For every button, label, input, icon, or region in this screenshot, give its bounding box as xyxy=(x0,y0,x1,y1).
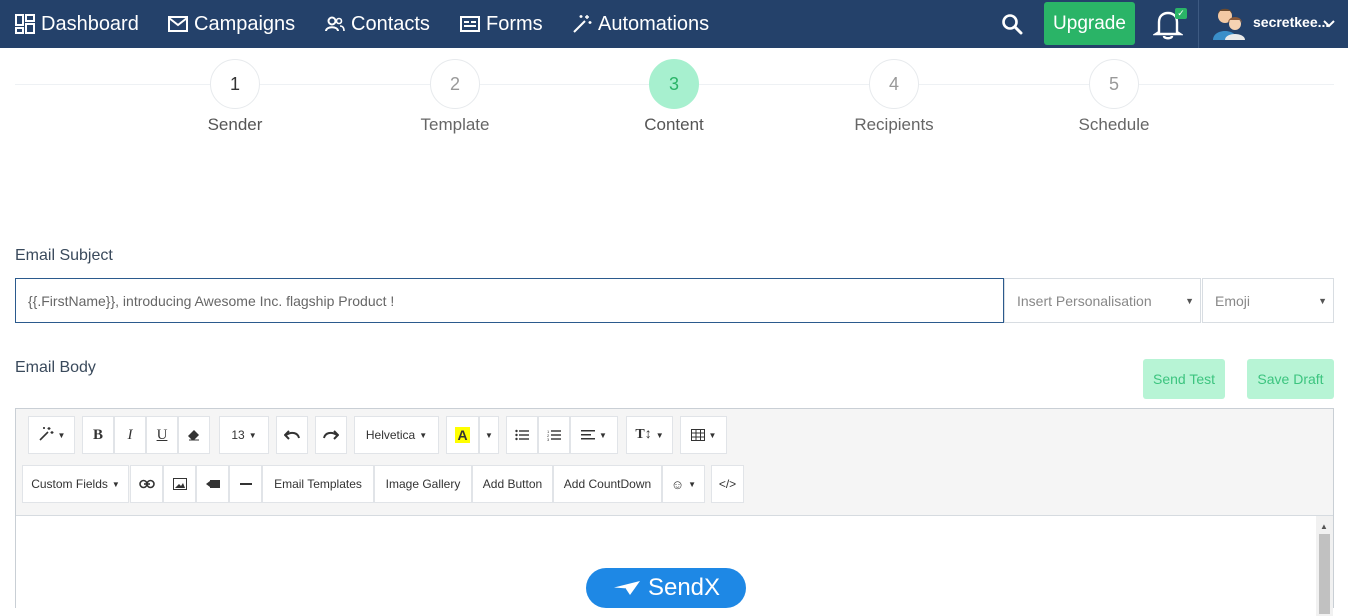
step-label: Template xyxy=(420,115,490,134)
magic-wand-icon xyxy=(38,426,54,445)
step-number: 5 xyxy=(1089,59,1139,109)
undo-icon[interactable] xyxy=(276,416,308,454)
ordered-list-icon[interactable]: 123 xyxy=(538,416,570,454)
svg-text:3: 3 xyxy=(547,437,550,441)
paper-plane-icon xyxy=(611,581,640,595)
avatar-icon[interactable] xyxy=(1213,6,1245,40)
nav-automations-label: Automations xyxy=(598,12,710,35)
font-family-select[interactable]: Helvetica ▼ xyxy=(354,416,439,454)
insert-personalisation-label: Insert Personalisation xyxy=(1017,292,1152,309)
search-icon[interactable] xyxy=(1000,12,1024,36)
text-color-icon[interactable]: A xyxy=(446,416,479,454)
eraser-icon[interactable] xyxy=(178,416,210,454)
font-size-select[interactable]: 13 ▼ xyxy=(219,416,269,454)
editor-content-area[interactable]: SendX ▲ xyxy=(16,515,1333,616)
step-schedule[interactable]: 5 Schedule xyxy=(1044,59,1184,135)
text-color-dropdown[interactable]: ▼ xyxy=(479,416,499,454)
email-body-editor: ▼ B I U 13 ▼ Helvetica ▼ A ▼ 123 ▼ T↕ ▼ ▼ C… xyxy=(15,408,1334,616)
nav-campaigns[interactable]: Campaigns xyxy=(167,0,295,48)
send-test-button[interactable]: Send Test xyxy=(1143,359,1225,399)
nav-dashboard-label: Dashboard xyxy=(41,12,139,35)
emoji-select[interactable]: Emoji ▼ xyxy=(1202,278,1334,323)
step-label: Content xyxy=(644,115,704,134)
caret-down-icon: ▼ xyxy=(1318,296,1327,306)
step-label: Schedule xyxy=(1078,115,1150,134)
step-number: 2 xyxy=(430,59,480,109)
editor-scrollbar[interactable]: ▲ xyxy=(1316,516,1333,616)
insert-personalisation-select[interactable]: Insert Personalisation ▼ xyxy=(1004,278,1201,323)
font-family-value: Helvetica xyxy=(365,428,416,442)
scroll-up-icon[interactable]: ▲ xyxy=(1320,522,1328,531)
text-height-icon: T↕ xyxy=(635,427,652,442)
step-label: Sender xyxy=(207,115,263,134)
emoji-picker[interactable]: ☺ ▼ xyxy=(662,465,705,503)
dashboard-icon xyxy=(14,13,36,35)
line-height-select[interactable]: T↕ ▼ xyxy=(626,416,673,454)
email-body-label: Email Body xyxy=(15,359,96,376)
align-left-icon xyxy=(581,430,596,440)
nav-forms[interactable]: Forms xyxy=(459,0,543,48)
users-icon xyxy=(324,13,346,35)
video-icon[interactable] xyxy=(196,465,229,503)
align-select[interactable]: ▼ xyxy=(570,416,618,454)
nav-contacts-label: Contacts xyxy=(351,12,430,35)
step-sender[interactable]: 1 Sender xyxy=(165,59,305,135)
step-number: 1 xyxy=(210,59,260,109)
email-subject-label: Email Subject xyxy=(15,247,113,264)
smiley-icon: ☺ xyxy=(670,476,685,492)
caret-down-icon: ▼ xyxy=(1185,296,1194,306)
nav-divider xyxy=(1198,0,1199,48)
image-gallery-button[interactable]: Image Gallery xyxy=(374,465,472,503)
scroll-thumb[interactable] xyxy=(1319,534,1330,614)
logo-text: SendX xyxy=(647,574,721,601)
table-select[interactable]: ▼ xyxy=(680,416,727,454)
bold-button[interactable]: B xyxy=(82,416,114,454)
step-number: 3 xyxy=(649,59,699,109)
upgrade-button[interactable]: Upgrade xyxy=(1044,2,1135,45)
email-subject-input[interactable] xyxy=(15,278,1004,323)
custom-fields-select[interactable]: Custom Fields ▼ xyxy=(22,465,129,503)
nav-automations[interactable]: Automations xyxy=(571,0,709,48)
add-button-button[interactable]: Add Button xyxy=(472,465,553,503)
email-templates-button[interactable]: Email Templates xyxy=(262,465,374,503)
italic-button[interactable]: I xyxy=(114,416,146,454)
code-view-button[interactable]: </> xyxy=(711,465,744,503)
nav-dashboard[interactable]: Dashboard xyxy=(14,0,139,48)
magic-wand-button[interactable]: ▼ xyxy=(28,416,75,454)
step-content[interactable]: 3 Content xyxy=(604,59,744,135)
redo-icon[interactable] xyxy=(315,416,347,454)
underline-button[interactable]: U xyxy=(146,416,178,454)
magic-wand-icon xyxy=(571,13,593,35)
step-number: 4 xyxy=(869,59,919,109)
notification-badge: ✓ xyxy=(1175,8,1187,19)
step-label: Recipients xyxy=(854,115,934,134)
user-name[interactable]: secretkee... xyxy=(1253,14,1329,30)
custom-fields-label: Custom Fields xyxy=(31,477,108,491)
nav-contacts[interactable]: Contacts xyxy=(324,0,430,48)
link-icon[interactable] xyxy=(130,465,163,503)
sendx-logo: SendX xyxy=(586,568,746,608)
unordered-list-icon[interactable] xyxy=(506,416,538,454)
nav-forms-label: Forms xyxy=(486,12,543,35)
add-countdown-button[interactable]: Add CountDown xyxy=(553,465,662,503)
top-navbar: Dashboard Campaigns Contacts Forms Autom… xyxy=(0,0,1348,48)
image-icon[interactable] xyxy=(163,465,196,503)
form-icon xyxy=(459,13,481,35)
emoji-select-label: Emoji xyxy=(1215,292,1251,309)
chevron-down-icon[interactable] xyxy=(1322,17,1336,29)
table-icon xyxy=(690,429,705,441)
horizontal-rule-icon[interactable] xyxy=(229,465,262,503)
step-recipients[interactable]: 4 Recipients xyxy=(824,59,964,135)
envelope-icon xyxy=(167,13,189,35)
step-template[interactable]: 2 Template xyxy=(385,59,525,135)
font-size-value: 13 xyxy=(231,428,245,442)
save-draft-button[interactable]: Save Draft xyxy=(1247,359,1334,399)
nav-campaigns-label: Campaigns xyxy=(194,12,296,35)
